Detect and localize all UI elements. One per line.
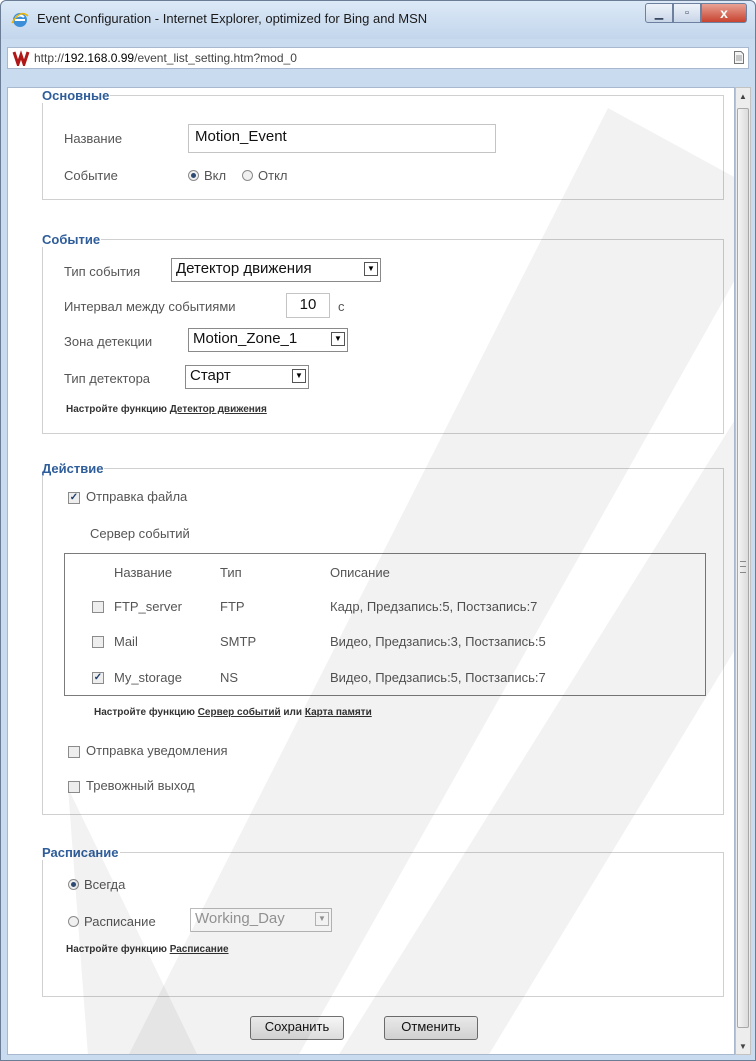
close-icon: x xyxy=(720,5,728,21)
cancel-button[interactable]: Отменить xyxy=(384,1016,478,1040)
alarm-checkbox[interactable] xyxy=(68,781,80,793)
column-name-header: Название xyxy=(114,565,173,580)
detector-select[interactable]: Старт ▼ xyxy=(185,365,309,389)
server-type: NS xyxy=(220,670,239,685)
maximize-button[interactable]: ▫ xyxy=(673,3,701,23)
event-configure-hint: Настройте функцию Детектор движения xyxy=(66,404,267,415)
scroll-up-icon[interactable]: ▲ xyxy=(736,88,750,104)
chevron-down-icon: ▼ xyxy=(331,332,345,346)
notify-checkbox[interactable] xyxy=(68,746,80,758)
url-prefix: http:// xyxy=(34,51,65,65)
event-type-value: Детектор движения xyxy=(176,260,312,277)
alarm-label: Тревожный выход xyxy=(86,778,195,793)
site-logo-icon xyxy=(12,50,30,66)
send-file-label: Отправка файла xyxy=(86,489,188,504)
action-configure-text: Настройте функцию xyxy=(94,707,195,718)
detector-label: Тип детектора xyxy=(64,371,151,386)
scroll-down-icon[interactable]: ▼ xyxy=(736,1038,750,1054)
server-checkbox-ftp[interactable] xyxy=(92,601,104,613)
window-controls: ▁ ▫ x xyxy=(645,3,747,23)
schedule-configure-hint: Настройте функцию Расписание xyxy=(66,944,229,955)
always-label: Всегда xyxy=(84,877,126,892)
window-title: Event Configuration - Internet Explorer,… xyxy=(37,11,428,26)
server-checkbox-mail[interactable] xyxy=(92,636,104,648)
server-description: Видео, Предзапись:3, Постзапись:5 xyxy=(330,634,546,649)
server-description: Кадр, Предзапись:5, Постзапись:7 xyxy=(330,599,538,614)
event-legend: Событие xyxy=(42,232,101,247)
server-checkbox-storage[interactable]: ✓ xyxy=(92,672,104,684)
schedule-configure-text: Настройте функцию xyxy=(66,944,167,955)
zone-value: Motion_Zone_1 xyxy=(193,330,298,347)
browser-window: Event Configuration - Internet Explorer,… xyxy=(0,0,756,1061)
general-legend: Основные xyxy=(42,88,110,103)
always-radio[interactable] xyxy=(68,879,79,890)
internet-explorer-icon xyxy=(11,12,29,27)
event-type-select[interactable]: Детектор движения ▼ xyxy=(171,258,381,282)
server-type: SMTP xyxy=(220,634,257,649)
save-button[interactable]: Сохранить xyxy=(250,1016,344,1040)
chevron-down-icon: ▼ xyxy=(292,369,306,383)
schedule-select[interactable]: Working_Day ▼ xyxy=(190,908,332,932)
interval-input[interactable]: 10 xyxy=(286,293,330,318)
server-label: Сервер событий xyxy=(90,526,190,541)
action-legend: Действие xyxy=(42,461,104,476)
event-on-radio[interactable] xyxy=(188,170,199,181)
name-input[interactable]: Motion_Event xyxy=(188,124,496,153)
page-content: Основные Название Motion_Event Событие В… xyxy=(7,87,735,1055)
column-type-header: Тип xyxy=(220,565,242,580)
url-text: http://192.168.0.99/event_list_setting.h… xyxy=(34,51,297,65)
server-name: FTP_server xyxy=(114,599,182,614)
detector-value: Старт xyxy=(190,367,231,384)
url-path: /event_list_setting.htm?mod_0 xyxy=(134,51,297,65)
address-bar[interactable]: http://192.168.0.99/event_list_setting.h… xyxy=(7,47,749,69)
minimize-icon: ▁ xyxy=(654,7,664,20)
interval-label: Интервал между событиями xyxy=(64,299,236,314)
event-state-label: Событие xyxy=(64,168,118,183)
server-description: Видео, Предзапись:5, Постзапись:7 xyxy=(330,670,546,685)
zone-label: Зона детекции xyxy=(64,334,153,349)
maximize-icon: ▫ xyxy=(685,7,689,19)
schedule-option-label: Расписание xyxy=(84,914,156,929)
vertical-scrollbar[interactable]: ▲ ▼ xyxy=(735,87,751,1055)
interval-unit: с xyxy=(338,299,345,314)
title-bar: Event Configuration - Internet Explorer,… xyxy=(1,1,755,39)
server-name: Mail xyxy=(114,634,138,649)
memory-card-link[interactable]: Карта памяти xyxy=(305,707,372,718)
send-file-checkbox[interactable]: ✓ xyxy=(68,492,80,504)
server-type: FTP xyxy=(220,599,245,614)
chevron-down-icon: ▼ xyxy=(364,262,378,276)
page-icon xyxy=(734,51,744,64)
or-text: или xyxy=(283,707,303,718)
event-type-label: Тип события xyxy=(64,264,141,279)
event-off-label: Откл xyxy=(258,168,288,183)
action-configure-hint: Настройте функцию Сервер событий или Кар… xyxy=(94,707,372,718)
close-button[interactable]: x xyxy=(701,3,747,23)
schedule-radio[interactable] xyxy=(68,916,79,927)
grip-icon xyxy=(740,561,746,573)
column-description-header: Описание xyxy=(330,565,390,580)
schedule-value: Working_Day xyxy=(195,910,285,927)
event-server-link[interactable]: Сервер событий xyxy=(198,707,281,718)
url-host: 192.168.0.99 xyxy=(64,51,135,65)
zone-select[interactable]: Motion_Zone_1 ▼ xyxy=(188,328,348,352)
schedule-legend: Расписание xyxy=(42,845,119,860)
server-name: My_storage xyxy=(114,670,182,685)
event-configure-text: Настройте функцию xyxy=(66,404,167,415)
event-off-radio[interactable] xyxy=(242,170,253,181)
minimize-button[interactable]: ▁ xyxy=(645,3,673,23)
schedule-link[interactable]: Расписание xyxy=(170,944,229,955)
scrollbar-thumb[interactable] xyxy=(737,108,749,1028)
event-on-label: Вкл xyxy=(204,168,227,183)
motion-detector-link[interactable]: Детектор движения xyxy=(170,404,267,415)
notify-label: Отправка уведомления xyxy=(86,743,228,758)
name-label: Название xyxy=(64,131,123,146)
chevron-down-icon: ▼ xyxy=(315,912,329,926)
